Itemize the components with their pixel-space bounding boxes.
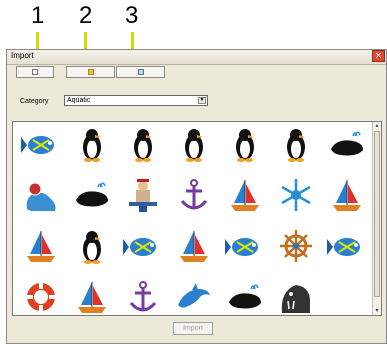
import-button[interactable]: Import — [173, 322, 213, 335]
whale-icon[interactable] — [72, 175, 112, 215]
ship-wheel-icon[interactable] — [276, 226, 316, 266]
dolphin-icon[interactable] — [174, 277, 214, 315]
category-value: Aquatic — [67, 97, 91, 104]
fish-icon[interactable] — [123, 226, 163, 266]
category-select[interactable]: Aquatic ▼ — [64, 95, 208, 106]
life-ring-icon[interactable] — [21, 277, 61, 315]
penguin-icon[interactable] — [225, 124, 265, 164]
sailor-icon[interactable] — [123, 175, 163, 215]
tab-source-2[interactable] — [66, 66, 115, 78]
close-button[interactable]: × — [372, 50, 385, 62]
square-icon — [32, 69, 38, 75]
fish-icon[interactable] — [327, 226, 367, 266]
scroll-thumb[interactable] — [374, 131, 380, 297]
folder-icon — [87, 69, 94, 75]
category-label: Category — [20, 98, 49, 105]
seal-icon[interactable] — [21, 175, 61, 215]
penguin-icon[interactable] — [72, 124, 112, 164]
tab-source-1[interactable] — [16, 66, 54, 78]
callout-number-1: 1 — [31, 2, 45, 29]
anchor-icon[interactable] — [174, 175, 214, 215]
document-icon — [137, 69, 144, 75]
fish-icon[interactable] — [21, 124, 61, 164]
penguin-icon[interactable] — [174, 124, 214, 164]
design-gallery: ▴ ▾ — [12, 121, 382, 316]
dropdown-arrow-icon[interactable]: ▼ — [198, 97, 206, 104]
snowflake-icon[interactable] — [276, 175, 316, 215]
anchor-icon[interactable] — [123, 277, 163, 315]
penguin-icon[interactable] — [123, 124, 163, 164]
sailboat-icon[interactable] — [327, 175, 367, 215]
callout-number-3: 3 — [125, 2, 139, 29]
scroll-up-icon[interactable]: ▴ — [373, 122, 381, 130]
sailboat-icon[interactable] — [174, 226, 214, 266]
scroll-down-icon[interactable]: ▾ — [373, 307, 381, 315]
sailboat-icon[interactable] — [21, 226, 61, 266]
fish-icon[interactable] — [225, 226, 265, 266]
penguin-icon[interactable] — [72, 226, 112, 266]
vertical-scrollbar[interactable]: ▴ ▾ — [372, 122, 381, 315]
callout-number-2: 2 — [79, 2, 93, 29]
whale-icon[interactable] — [327, 124, 367, 164]
tab-source-3[interactable] — [116, 66, 165, 78]
sailboat-icon[interactable] — [72, 277, 112, 315]
sailboat-icon[interactable] — [225, 175, 265, 215]
penguin-icon[interactable] — [276, 124, 316, 164]
import-dialog: Import × Category Aquatic ▼ ▴ ▾ Import — [6, 49, 387, 344]
walrus-icon[interactable] — [276, 277, 316, 315]
title-bar: Import × — [7, 50, 386, 65]
whale-icon[interactable] — [225, 277, 265, 315]
window-title: Import — [11, 51, 34, 60]
